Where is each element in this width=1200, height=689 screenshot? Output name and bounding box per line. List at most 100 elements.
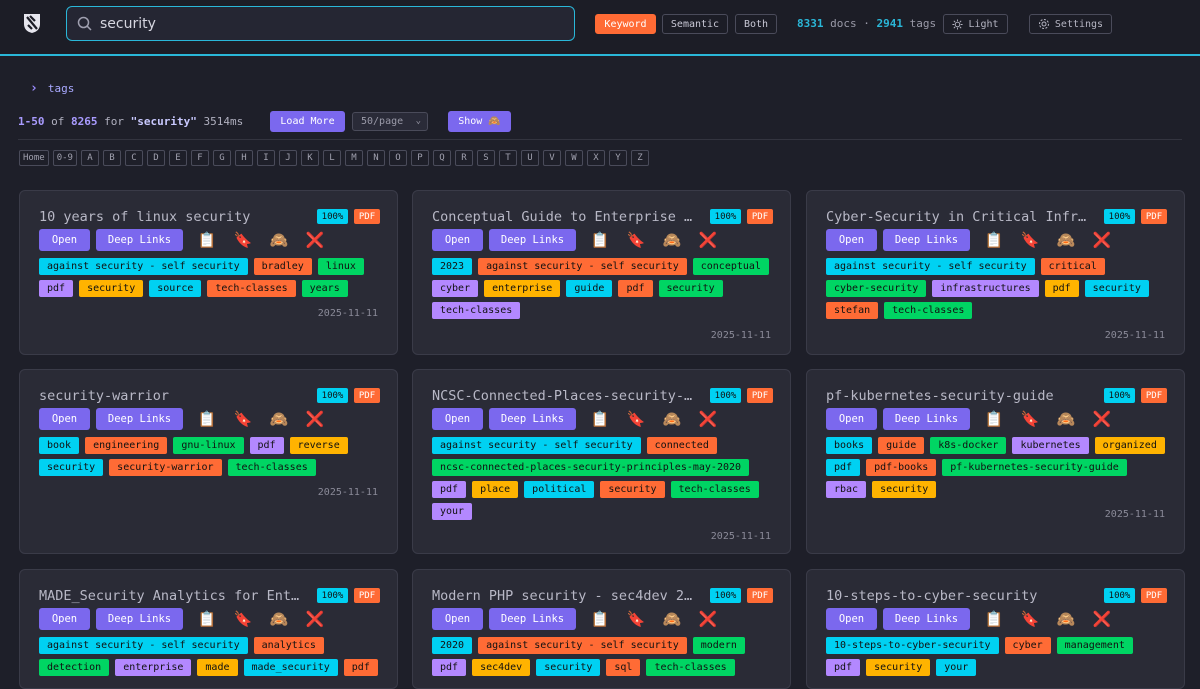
clipboard-icon[interactable]: 📋 [582,229,618,251]
breadcrumb[interactable]: › tags [30,81,74,96]
tag-chip[interactable]: sql [606,659,641,676]
card-title[interactable]: 10-steps-to-cyber-security [826,588,1088,604]
bookmark-icon[interactable]: 🔖 [618,408,654,430]
tag-chip[interactable]: pdf [826,459,861,476]
alphabet-filter-y[interactable]: Y [608,150,627,166]
alphabet-filter-home[interactable]: Home [19,150,49,166]
alphabet-filter-d[interactable]: D [146,150,165,166]
bookmark-icon[interactable]: 🔖 [618,608,654,630]
tag-chip[interactable]: rbac [826,481,867,498]
see-no-evil-monkey-icon[interactable]: 🙈 [654,408,690,430]
tag-chip[interactable]: kubernetes [1012,437,1089,454]
tag-chip[interactable]: against security - self security [478,637,687,654]
tag-chip[interactable]: engineering [85,437,168,454]
bookmark-icon[interactable]: 🔖 [1012,408,1048,430]
tag-chip[interactable]: organized [1094,437,1165,454]
deep-links-button[interactable]: Deep Links [96,408,183,430]
tag-chip[interactable]: 2020 [432,637,473,654]
result-card[interactable]: Cyber-Security in Critical Infrastructur… [806,190,1185,355]
clipboard-icon[interactable]: 📋 [976,408,1012,430]
result-card[interactable]: Conceptual Guide to Enterprise Security … [412,190,791,355]
tag-chip[interactable]: security [658,280,723,297]
tag-chip[interactable]: made_security [243,659,338,676]
open-button[interactable]: Open [39,229,90,251]
card-title[interactable]: Modern PHP security - sec4dev 2020 [432,588,694,604]
see-no-evil-monkey-icon[interactable]: 🙈 [654,608,690,630]
tag-chip[interactable]: security [536,659,601,676]
tag-chip[interactable]: enterprise [484,280,561,297]
tag-chip[interactable]: security-warrior [109,459,222,476]
tag-chip[interactable]: sec4dev [472,659,531,676]
alphabet-filter-c[interactable]: C [124,150,143,166]
red-x-icon[interactable]: ❌ [297,408,333,430]
tag-chip[interactable]: stefan [826,302,879,319]
alphabet-filter-g[interactable]: G [212,150,231,166]
result-card[interactable]: pf-kubernetes-security-guide 100% PDF Op… [806,369,1185,554]
open-button[interactable]: Open [826,608,877,630]
tag-chip[interactable]: cyber [432,280,479,297]
red-x-icon[interactable]: ❌ [690,608,726,630]
deep-links-button[interactable]: Deep Links [96,608,183,630]
tag-chip[interactable]: pdf-books [866,459,937,476]
tag-chip[interactable]: book [39,437,80,454]
alphabet-filter-e[interactable]: E [168,150,187,166]
tag-chip[interactable]: place [472,481,519,498]
tag-chip[interactable]: political [524,481,595,498]
open-button[interactable]: Open [432,408,483,430]
tag-chip[interactable]: pdf [1044,280,1079,297]
open-button[interactable]: Open [826,229,877,251]
tag-chip[interactable]: 2023 [432,258,473,275]
alphabet-filter-v[interactable]: V [542,150,561,166]
tag-chip[interactable]: management [1056,637,1133,654]
tag-chip[interactable]: cyber [1004,637,1051,654]
tag-chip[interactable]: detection [39,659,110,676]
tag-chip[interactable]: tech-classes [227,459,316,476]
card-title[interactable]: MADE_Security Analytics for Enterprise [39,588,301,604]
tag-chip[interactable]: pdf [343,659,378,676]
open-button[interactable]: Open [826,408,877,430]
tag-chip[interactable]: critical [1040,258,1105,275]
tag-chip[interactable]: 10-steps-to-cyber-security [826,637,999,654]
tag-chip[interactable]: tech-classes [884,302,973,319]
clipboard-icon[interactable]: 📋 [189,608,225,630]
tag-chip[interactable]: tech-classes [432,302,521,319]
tag-chip[interactable]: bradley [253,258,312,275]
mode-keyword-button[interactable]: Keyword [595,14,656,34]
tag-chip[interactable]: ncsc-connected-places-security-principle… [432,459,750,476]
see-no-evil-monkey-icon[interactable]: 🙈 [1048,229,1084,251]
theme-toggle-button[interactable]: Light [943,14,1008,34]
bookmark-icon[interactable]: 🔖 [225,229,261,251]
deep-links-button[interactable]: Deep Links [883,408,970,430]
tag-chip[interactable]: modern [692,637,745,654]
app-logo-icon[interactable] [22,12,42,34]
red-x-icon[interactable]: ❌ [1084,408,1120,430]
tag-chip[interactable]: pf-kubernetes-security-guide [942,459,1127,476]
mode-both-button[interactable]: Both [735,14,777,34]
tag-chip[interactable]: against security - self security [432,437,641,454]
tag-chip[interactable]: security [600,481,665,498]
tag-chip[interactable]: your [432,503,473,520]
red-x-icon[interactable]: ❌ [297,229,333,251]
tag-chip[interactable]: enterprise [115,659,192,676]
card-title[interactable]: 10 years of linux security [39,209,301,225]
tag-chip[interactable]: pdf [249,437,284,454]
card-title[interactable]: NCSC-Connected-Places-security-principle… [432,388,694,404]
tag-chip[interactable]: your [936,659,977,676]
alphabet-filter-q[interactable]: Q [432,150,451,166]
tag-chip[interactable]: pdf [826,659,861,676]
deep-links-button[interactable]: Deep Links [883,608,970,630]
bookmark-icon[interactable]: 🔖 [225,408,261,430]
tag-chip[interactable]: guide [878,437,925,454]
see-no-evil-monkey-icon[interactable]: 🙈 [261,408,297,430]
clipboard-icon[interactable]: 📋 [189,408,225,430]
result-card[interactable]: 10-steps-to-cyber-security 100% PDF Open… [806,569,1185,689]
see-no-evil-monkey-icon[interactable]: 🙈 [261,229,297,251]
bookmark-icon[interactable]: 🔖 [225,608,261,630]
tag-chip[interactable]: source [149,280,202,297]
alphabet-filter-x[interactable]: X [586,150,605,166]
alphabet-filter-h[interactable]: H [234,150,253,166]
alphabet-filter-l[interactable]: L [322,150,341,166]
tag-chip[interactable]: guide [566,280,613,297]
tag-chip[interactable]: books [826,437,873,454]
deep-links-button[interactable]: Deep Links [489,229,576,251]
